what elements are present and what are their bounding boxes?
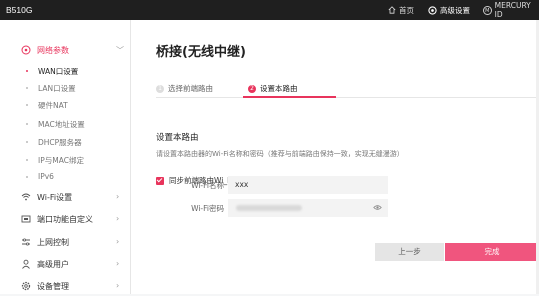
step-divider	[156, 97, 539, 98]
done-button[interactable]: 完成	[445, 243, 539, 261]
nav-home-label: 首页	[399, 5, 414, 15]
page-title: 桥接(无线中继)	[156, 45, 246, 60]
step-number: 2	[248, 84, 256, 93]
chevron-right-icon: ›	[116, 192, 120, 201]
wifi-name-row: Wi-Fi名称 xxx	[156, 176, 396, 194]
user-icon	[22, 259, 30, 269]
sidebar-item-label: DHCP服务器	[38, 138, 82, 147]
sidebar-item-hw-nat[interactable]: 硬件NAT	[0, 97, 131, 113]
mercury-logo-icon: M	[483, 5, 492, 15]
sidebar-section-label: 高级用户	[37, 260, 69, 269]
sidebar-section-advanced-user[interactable]: 高级用户 ›	[0, 254, 131, 274]
chevron-up-icon: ﹀	[116, 46, 124, 55]
sidebar-item-label: MAC地址设置	[38, 120, 85, 129]
step-configure-router[interactable]: 2 设置本路由	[248, 83, 298, 94]
step-select-frontend-router[interactable]: 1 选择前端路由	[156, 83, 213, 94]
sidebar-item-mac[interactable]: MAC地址设置	[0, 116, 131, 132]
wizard-steps: 1 选择前端路由 2 设置本路由	[156, 83, 539, 98]
sidebar-item-label: 硬件NAT	[38, 101, 68, 110]
sliders-icon	[22, 238, 30, 246]
top-bar: B510G 首页 高级设置 M MERCURY ID	[0, 0, 539, 20]
sidebar-item-label: IP与MAC绑定	[38, 156, 84, 165]
chevron-right-icon: ›	[116, 281, 120, 290]
settings-icon	[428, 5, 437, 15]
wifi-name-input[interactable]: xxx	[228, 176, 388, 194]
gear-icon	[21, 281, 31, 291]
main-panel: 桥接(无线中继) 1 选择前端路由 2 设置本路由 设置本路由 请设置本路由器的…	[131, 20, 539, 294]
wifi-name-label: Wi-Fi名称	[191, 181, 224, 190]
sidebar-section-network[interactable]: 网络参数 ﹀	[0, 40, 131, 60]
wifi-password-input[interactable]	[228, 199, 388, 217]
prev-button[interactable]: 上一步	[375, 243, 444, 261]
sidebar-section-port-custom[interactable]: 端口功能自定义 ›	[0, 209, 131, 229]
sidebar-item-label: LAN口设置	[38, 84, 76, 93]
section-title: 设置本路由	[156, 133, 199, 143]
sidebar-section-label: 端口功能自定义	[37, 215, 93, 224]
step-label: 选择前端路由	[168, 84, 213, 93]
sidebar-item-ipv6[interactable]: IPv6	[0, 169, 131, 185]
sidebar-section-label: 网络参数	[37, 46, 69, 55]
sidebar-section-access-control[interactable]: 上网控制 ›	[0, 232, 131, 252]
nav-advanced-label: 高级设置	[440, 5, 470, 15]
step-number: 1	[156, 84, 164, 93]
section-description: 请设置本路由器的Wi-Fi名称和密码（推荐与前端路由保持一致，实现无缝漫游）	[156, 150, 404, 158]
chevron-right-icon: ›	[116, 214, 120, 223]
wifi-password-row: Wi-Fi密码	[156, 199, 396, 217]
sidebar-section-label: 设备管理	[37, 282, 69, 291]
sidebar-section-label: 上网控制	[37, 238, 69, 247]
sidebar-section-device-mgmt[interactable]: 设备管理 ›	[0, 276, 131, 296]
sidebar-section-wifi[interactable]: Wi-Fi设置 ›	[0, 187, 131, 207]
network-icon	[21, 45, 31, 55]
step-label: 设置本路由	[260, 84, 298, 93]
chevron-right-icon: ›	[116, 259, 120, 268]
active-step-indicator	[243, 96, 336, 98]
password-redacted	[236, 205, 302, 211]
eye-icon[interactable]	[373, 204, 382, 211]
device-model: B510G	[6, 5, 33, 15]
sidebar-item-label: WAN口设置	[38, 67, 79, 76]
sidebar-section-label: Wi-Fi设置	[37, 193, 73, 202]
sidebar-item-dhcp[interactable]: DHCP服务器	[0, 134, 131, 150]
sidebar-item-ip-mac-bind[interactable]: IP与MAC绑定	[0, 152, 131, 168]
wifi-icon	[21, 193, 31, 201]
sidebar-item-label: IPv6	[38, 172, 54, 181]
nav-home[interactable]: 首页	[388, 4, 414, 16]
wifi-password-label: Wi-Fi密码	[191, 204, 224, 213]
nav-mercury-id[interactable]: M MERCURY ID	[483, 1, 539, 19]
chevron-right-icon: ›	[116, 237, 120, 246]
port-icon	[21, 215, 31, 223]
home-icon	[388, 6, 396, 14]
sidebar-item-wan[interactable]: WAN口设置	[0, 63, 131, 79]
nav-advanced-settings[interactable]: 高级设置	[428, 4, 470, 16]
nav-mercury-label: MERCURY ID	[494, 1, 531, 19]
sidebar: 网络参数 ﹀ WAN口设置 LAN口设置 硬件NAT MAC地址设置 DHCP服…	[0, 20, 131, 294]
sidebar-item-lan[interactable]: LAN口设置	[0, 80, 131, 96]
